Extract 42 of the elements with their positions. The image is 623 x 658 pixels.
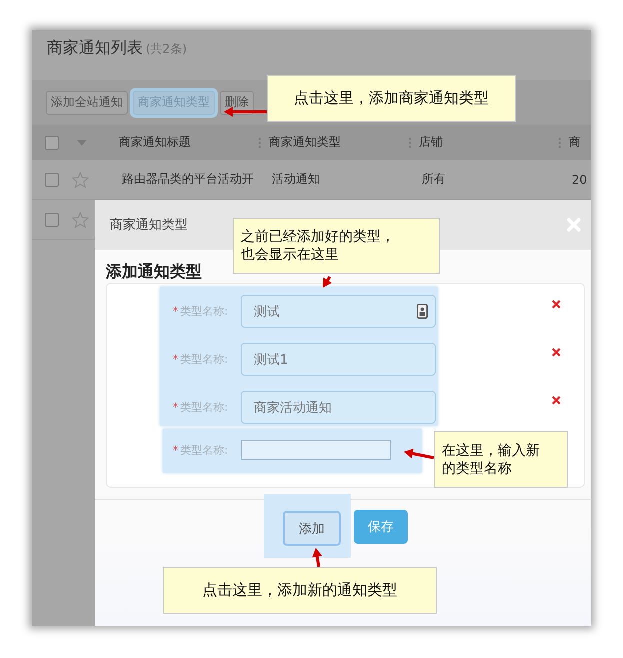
star-icon[interactable] (72, 212, 89, 228)
pointer-arrow (323, 276, 332, 288)
pointer-arrow (312, 548, 322, 568)
field-label: * 类型名称: (173, 304, 230, 319)
table-cell-text: 20 (572, 172, 588, 186)
save-button[interactable]: 保存 (354, 510, 408, 544)
delete-icon[interactable] (552, 396, 561, 405)
pointer-arrow (404, 448, 434, 460)
text-field[interactable]: 测试 (241, 295, 436, 328)
checkbox[interactable] (45, 136, 59, 150)
column-header: 商家通知类型 (269, 134, 342, 151)
text-field[interactable] (241, 440, 391, 460)
checkbox[interactable] (45, 172, 59, 186)
column-header: 商 (569, 134, 582, 151)
field-label: * 类型名称: (173, 400, 230, 415)
add-button[interactable]: 添加 (283, 511, 341, 546)
text-field[interactable]: 商家活动通知 (241, 391, 436, 424)
column-header: 商家通知标题 (119, 134, 192, 151)
table-cell-text: 所有 (422, 171, 447, 188)
pointer-arrow (224, 107, 267, 117)
callout-note: 点击这里，添加新的通知类型 (163, 567, 437, 614)
callout-note: 之前已经添加好的类型， 也会显示在这里 (233, 218, 440, 274)
item-count: (共2条) (146, 41, 187, 58)
table-cell-text: 路由器品类的平台活动开 (122, 171, 255, 188)
table-cell-text: 活动通知 (272, 171, 321, 188)
checkbox[interactable] (45, 212, 59, 226)
close-icon[interactable] (567, 218, 581, 232)
page-title: 商家通知列表 (47, 38, 143, 59)
form-heading: 添加通知类型 (106, 262, 202, 283)
toolbar-button[interactable]: 添加全站通知 (46, 90, 128, 114)
star-icon[interactable] (72, 172, 89, 188)
delete-icon[interactable] (552, 300, 561, 309)
field-label: * 类型名称: (173, 352, 230, 367)
callout-note: 在这里，输入新 的类型名称 (434, 431, 568, 488)
contact-card-icon[interactable] (417, 304, 428, 319)
delete-icon[interactable] (552, 348, 561, 357)
caret-icon[interactable] (77, 140, 87, 146)
callout-note: 点击这里，添加商家通知类型 (267, 75, 516, 122)
field-label: * 类型名称: (173, 442, 230, 458)
dialog-title: 商家通知类型 (110, 217, 188, 234)
column-header: 店铺 (419, 134, 444, 151)
text-field[interactable]: 测试1 (241, 343, 436, 376)
